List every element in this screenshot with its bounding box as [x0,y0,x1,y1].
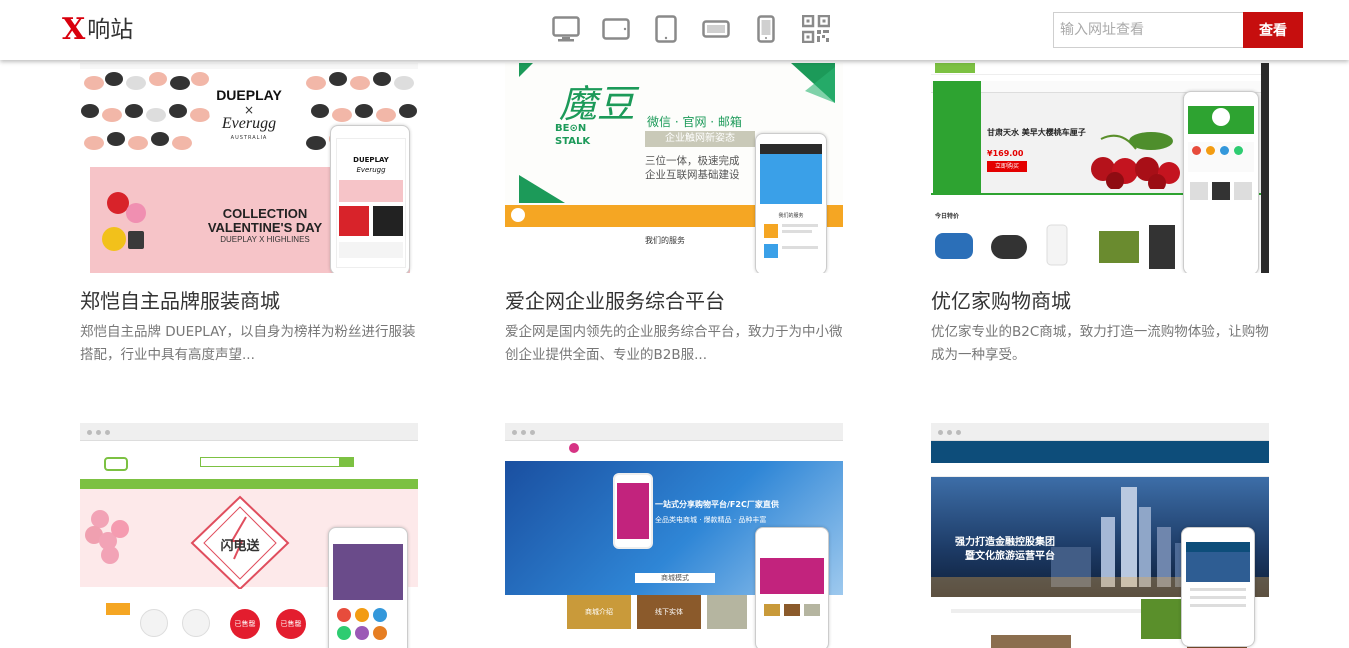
thumb-text: 企业触网新姿态 [645,131,755,147]
phone-landscape-icon[interactable] [691,13,741,45]
thumb-text: 魔豆 [559,82,636,126]
phone-preview [328,527,408,648]
thumb-text: 闪电送 [220,539,260,554]
top-header: X 响站 查看 [0,0,1349,60]
thumb-text: 已售罄 [276,609,306,639]
card-youyijia[interactable]: 甘肃天水 美早大樱桃车厘子 ¥169.00 立即购买 今日特价 优亿家购物商城 … [931,63,1269,367]
view-button[interactable]: 查看 [1243,12,1303,48]
card-description: 郑恺自主品牌 DUEPLAY，以自身为榜样为粉丝进行服装搭配，行业中具有高度声望… [80,324,416,363]
card-row2-1[interactable]: 闪电送 已售罄 已售罄 [80,423,418,648]
card-title[interactable]: 优亿家购物商城 [931,287,1269,315]
site-logo[interactable]: X 响站 [62,14,133,46]
card-thumbnail: DUEPLAY × Everugg AUSTRALIA COLLECTION V… [80,63,418,273]
thumb-text: 全品类电商城 · 爆款精品 · 品种丰富 [655,516,767,524]
logo-mark: X [62,12,86,47]
browser-bar [505,423,843,441]
thumb-text: 微信 · 官网 · 邮箱 [647,115,742,129]
thumb-text: COLLECTION [222,206,308,221]
card-thumbnail: 强力打造金融控股集团 暨文化旅游运营平台 [931,423,1269,648]
tablet-landscape-icon[interactable] [591,13,641,45]
thumb-text: 甘肃天水 美早大樱桃车厘子 [987,128,1086,137]
card-thumbnail: 一站式分享购物平台/F2C厂家直供 全品类电商城 · 爆款精品 · 品种丰富 商… [505,423,843,648]
thumb-text: Everugg [356,166,386,174]
card-row2-2[interactable]: 一站式分享购物平台/F2C厂家直供 全品类电商城 · 爆款精品 · 品种丰富 商… [505,423,843,648]
card-thumbnail: 魔豆 BE⊙N STALK 微信 · 官网 · 邮箱 企业触网新姿态 三位一体，… [505,63,843,273]
thumb-text: DUEPLAY [353,156,389,164]
card-thumbnail: 闪电送 已售罄 已售罄 [80,423,418,648]
thumb-text: Everugg [221,115,277,132]
card-dueplay[interactable]: DUEPLAY × Everugg AUSTRALIA COLLECTION V… [80,63,418,367]
browser-bar [80,423,418,441]
thumb-text: DUEPLAY X HIGHLINES [220,235,310,244]
qr-code-icon[interactable] [791,13,841,45]
card-title[interactable]: 爱企网企业服务综合平台 [505,287,843,315]
thumb-text: 立即购买 [987,161,1027,172]
thumb-text: 强力打造金融控股集团 [955,537,1055,548]
phone-preview: 我们的服务 [755,133,827,273]
thumb-text: AUSTRALIA [230,135,268,141]
thumb-text: 我们的服务 [645,236,685,245]
tablet-portrait-icon[interactable] [641,13,691,45]
card-aiqiwang[interactable]: 魔豆 BE⊙N STALK 微信 · 官网 · 邮箱 企业触网新姿态 三位一体，… [505,63,843,367]
card-thumbnail: 甘肃天水 美早大樱桃车厘子 ¥169.00 立即购买 今日特价 [931,63,1269,273]
thumb-text: 一站式分享购物平台/F2C厂家直供 [655,500,779,509]
thumb-text: 三位一体，极速完成 [645,155,740,167]
card-row2-3[interactable]: 强力打造金融控股集团 暨文化旅游运营平台 [931,423,1269,648]
thumb-text: 商城模式 [635,573,715,583]
thumb-text: STALK [555,136,591,147]
browser-bar [931,423,1269,441]
device-switcher [541,13,841,45]
thumb-text: 线下实体 [637,595,701,629]
thumb-text: 今日特价 [935,213,960,220]
thumb-text: VALENTINE'S DAY [207,220,323,235]
card-description: 爱企网是国内领先的企业服务综合平台，致力于为中小微创企业提供全面、专业的B2B服… [505,324,843,363]
phone-preview [1183,91,1259,273]
thumb-text: 我们的服务 [778,213,804,219]
card-title[interactable]: 郑恺自主品牌服装商城 [80,287,418,315]
phone-preview: DUEPLAY Everugg [330,125,410,273]
phone-preview [755,527,829,648]
thumb-text: 商城介绍 [567,595,631,629]
thumb-text: 企业互联网基础建设 [645,169,740,181]
thumb-text: DUEPLAY [216,87,282,103]
phone-preview [1181,527,1255,647]
card-description: 优亿家专业的B2C商城，致力打造一流购物体验，让购物成为一种享受。 [931,324,1269,363]
thumb-text: BE⊙N [555,123,587,134]
thumb-text: 已售罄 [230,609,260,639]
logo-text: 响站 [87,17,134,43]
url-input[interactable] [1053,12,1243,48]
thumb-text: 暨文化旅游运营平台 [965,551,1055,562]
thumb-text: ¥169.00 [987,149,1024,158]
phone-portrait-icon[interactable] [741,13,791,45]
desktop-monitor-icon[interactable] [541,13,591,45]
